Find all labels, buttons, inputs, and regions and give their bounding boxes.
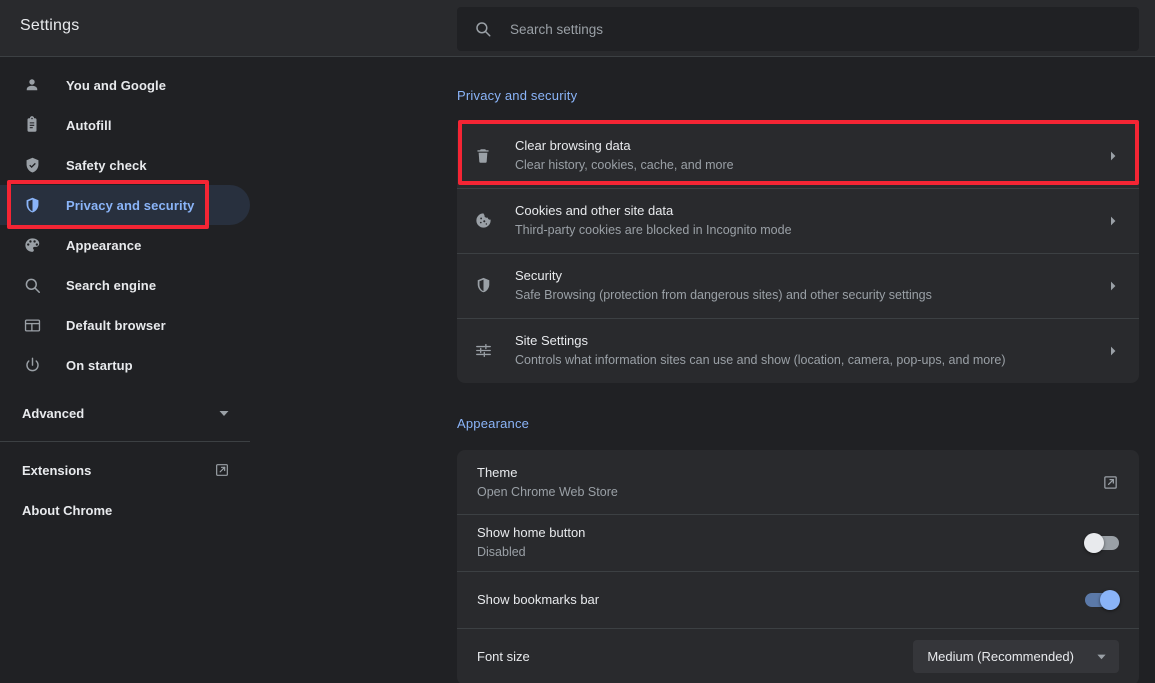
row-site-settings[interactable]: Site Settings Controls what information …	[457, 318, 1139, 383]
sidebar-item-label: Autofill	[66, 118, 112, 133]
external-link-icon[interactable]	[214, 462, 230, 478]
row-title: Show home button	[477, 524, 1085, 542]
sidebar-item-label: Extensions	[22, 463, 214, 478]
row-subtitle: Third-party cookies are blocked in Incog…	[515, 222, 1107, 239]
row-title: Font size	[477, 648, 913, 666]
row-subtitle: Open Chrome Web Store	[477, 484, 1102, 501]
font-size-dropdown[interactable]: Medium (Recommended)	[913, 640, 1119, 673]
sliders-icon	[473, 341, 493, 361]
row-title: Clear browsing data	[515, 137, 1107, 155]
sidebar-item-search-engine[interactable]: Search engine	[0, 265, 250, 305]
palette-icon	[22, 235, 42, 255]
sidebar-item-advanced[interactable]: Advanced	[0, 393, 250, 433]
settings-page: Settings You and Google	[0, 0, 1155, 683]
row-subtitle: Disabled	[477, 544, 1085, 561]
row-cookies-and-other-site-data[interactable]: Cookies and other site data Third-party …	[457, 188, 1139, 253]
sidebar-item-label: On startup	[66, 358, 133, 373]
chevron-right-icon[interactable]	[1107, 345, 1119, 357]
sidebar-item-about-chrome[interactable]: About Chrome	[0, 490, 250, 530]
row-title: Show bookmarks bar	[477, 591, 1085, 609]
chevron-right-icon[interactable]	[1107, 150, 1119, 162]
chevron-down-icon	[1096, 651, 1107, 662]
person-icon	[22, 75, 42, 95]
sidebar-item-label: Appearance	[66, 238, 141, 253]
sidebar-item-label: Privacy and security	[66, 198, 194, 213]
row-font-size[interactable]: Font size Medium (Recommended)	[457, 628, 1139, 683]
row-show-bookmarks-bar[interactable]: Show bookmarks bar	[457, 571, 1139, 628]
sidebar-item-default-browser[interactable]: Default browser	[0, 305, 250, 345]
shield-icon	[22, 195, 42, 215]
page-title: Settings	[20, 17, 79, 35]
chevron-right-icon[interactable]	[1107, 215, 1119, 227]
row-security[interactable]: Security Safe Browsing (protection from …	[457, 253, 1139, 318]
search-icon	[473, 19, 493, 39]
sidebar-item-label: About Chrome	[22, 503, 230, 518]
sidebar-item-appearance[interactable]: Appearance	[0, 225, 250, 265]
row-text: Security Safe Browsing (protection from …	[515, 267, 1107, 304]
sidebar-top-spacer	[0, 57, 250, 65]
font-size-value: Medium (Recommended)	[927, 649, 1074, 664]
row-title: Theme	[477, 464, 1102, 482]
section-title-privacy-and-security: Privacy and security	[457, 88, 577, 103]
magnifier-icon	[22, 275, 42, 295]
sidebar-item-you-and-google[interactable]: You and Google	[0, 65, 250, 105]
sidebar-mid-spacer	[0, 385, 250, 393]
row-text: Cookies and other site data Third-party …	[515, 202, 1107, 239]
row-subtitle: Clear history, cookies, cache, and more	[515, 157, 1107, 174]
sidebar-item-extensions[interactable]: Extensions	[0, 450, 250, 490]
sidebar-item-label: Default browser	[66, 318, 166, 333]
row-text: Site Settings Controls what information …	[515, 332, 1107, 369]
sidebar: You and Google Autofill Safety check	[0, 57, 250, 683]
shield-check-icon	[22, 155, 42, 175]
row-title: Security	[515, 267, 1107, 285]
row-text: Theme Open Chrome Web Store	[477, 464, 1102, 501]
privacy-and-security-card: Clear browsing data Clear history, cooki…	[457, 123, 1139, 383]
cookie-icon	[473, 211, 493, 231]
sidebar-item-label: Search engine	[66, 278, 156, 293]
clipboard-icon	[22, 115, 42, 135]
show-bookmarks-bar-toggle[interactable]	[1085, 593, 1119, 607]
sidebar-item-privacy-and-security[interactable]: Privacy and security	[0, 185, 250, 225]
appearance-card: Theme Open Chrome Web Store Show home bu…	[457, 450, 1139, 683]
browser-window-icon	[22, 315, 42, 335]
sidebar-divider	[0, 441, 250, 442]
chevron-down-icon	[218, 407, 230, 419]
sidebar-item-label: Safety check	[66, 158, 147, 173]
external-link-icon[interactable]	[1102, 474, 1119, 491]
row-text: Show home button Disabled	[477, 524, 1085, 561]
sidebar-advanced-label: Advanced	[22, 406, 218, 421]
row-text: Clear browsing data Clear history, cooki…	[515, 137, 1107, 174]
row-subtitle: Controls what information sites can use …	[515, 352, 1107, 369]
trash-icon	[473, 146, 493, 166]
sidebar-item-autofill[interactable]: Autofill	[0, 105, 250, 145]
toggle-knob	[1100, 590, 1120, 610]
sidebar-item-on-startup[interactable]: On startup	[0, 345, 250, 385]
row-text: Font size	[477, 648, 913, 666]
show-home-button-toggle[interactable]	[1085, 536, 1119, 550]
search-settings-box[interactable]	[457, 7, 1139, 51]
power-icon	[22, 355, 42, 375]
toggle-knob	[1084, 533, 1104, 553]
chevron-right-icon[interactable]	[1107, 280, 1119, 292]
top-bar: Settings	[0, 0, 1155, 57]
main-content: Privacy and security Clear browsing data…	[250, 57, 1155, 683]
row-title: Cookies and other site data	[515, 202, 1107, 220]
row-title: Site Settings	[515, 332, 1107, 350]
row-text: Show bookmarks bar	[477, 591, 1085, 609]
row-show-home-button[interactable]: Show home button Disabled	[457, 514, 1139, 571]
section-title-appearance: Appearance	[457, 416, 529, 431]
row-clear-browsing-data[interactable]: Clear browsing data Clear history, cooki…	[457, 123, 1139, 188]
shield-icon	[473, 276, 493, 296]
row-theme[interactable]: Theme Open Chrome Web Store	[457, 450, 1139, 514]
sidebar-item-safety-check[interactable]: Safety check	[0, 145, 250, 185]
search-input[interactable]	[493, 7, 1139, 51]
row-subtitle: Safe Browsing (protection from dangerous…	[515, 287, 1107, 304]
sidebar-item-label: You and Google	[66, 78, 166, 93]
